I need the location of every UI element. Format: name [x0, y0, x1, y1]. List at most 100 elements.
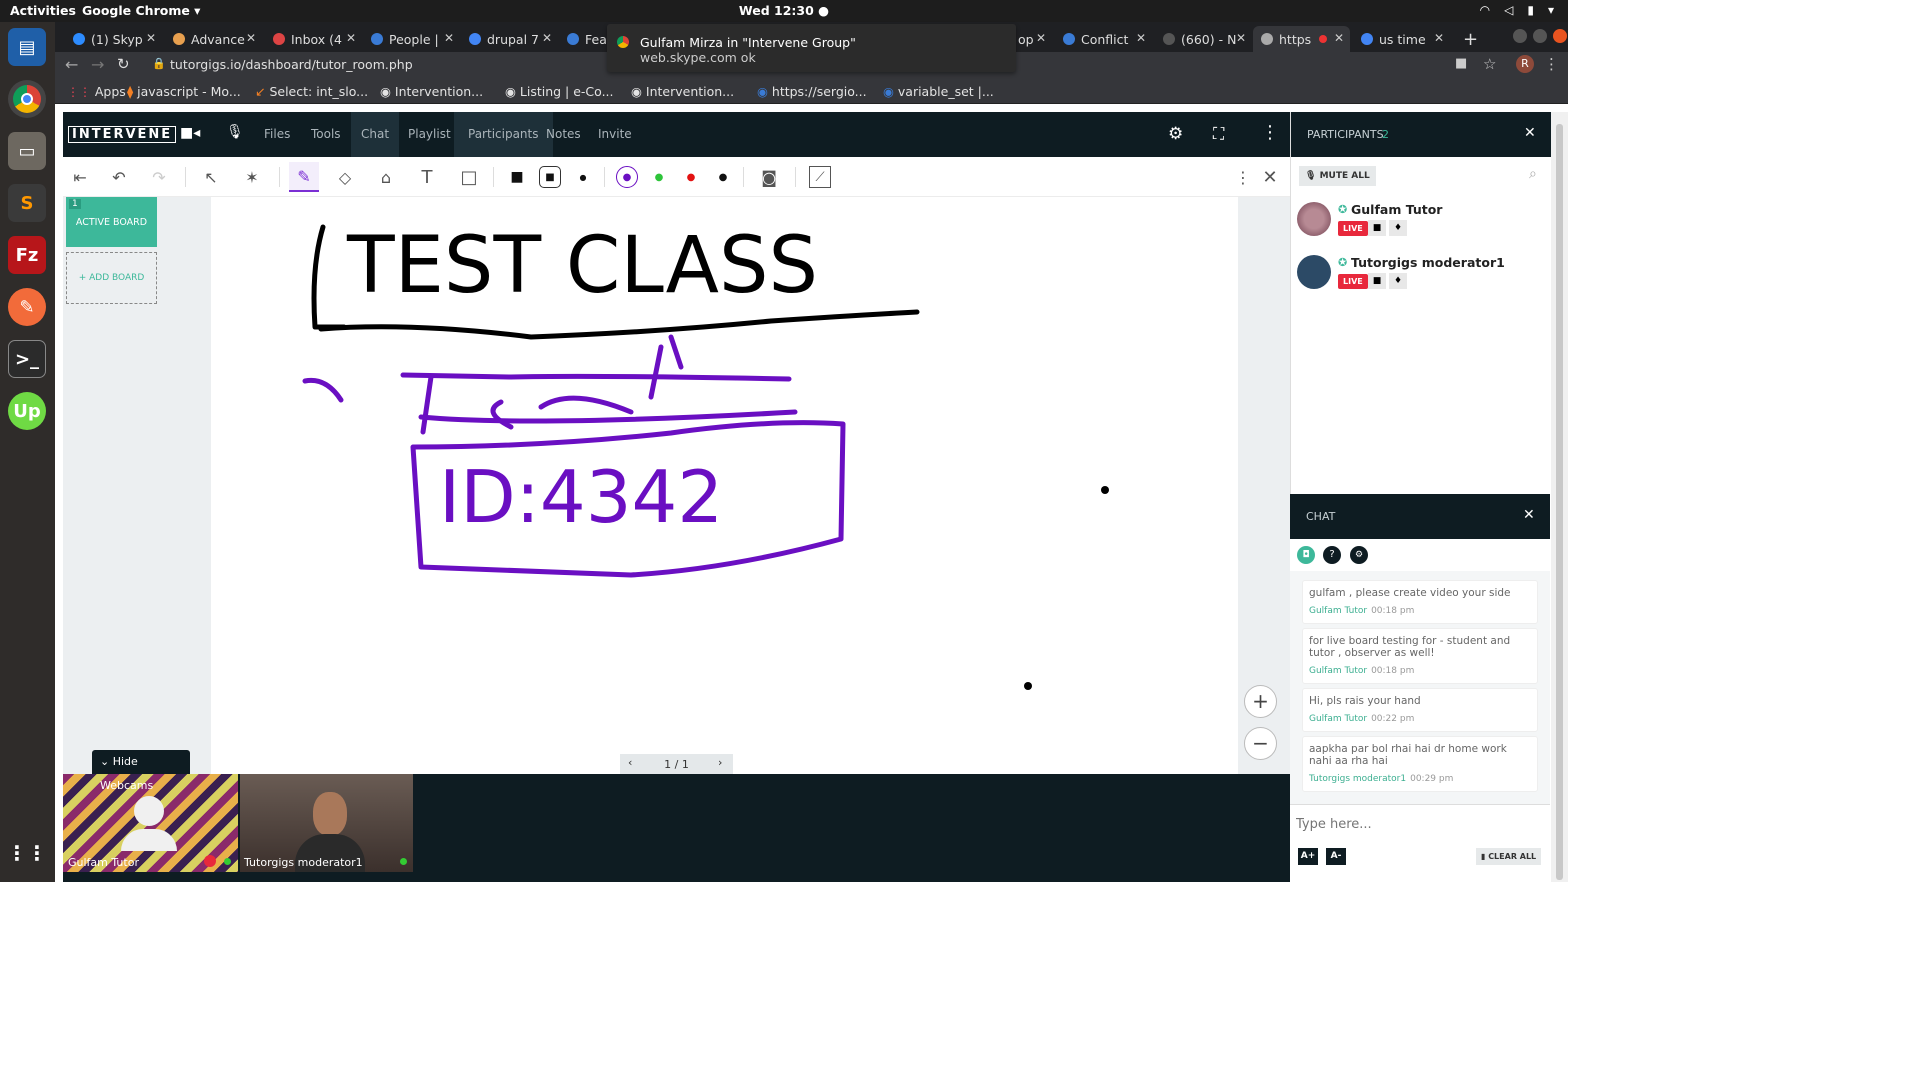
close-icon[interactable]: ✕ [246, 31, 256, 45]
shape-tool-icon[interactable]: □ [458, 166, 480, 188]
close-icon[interactable]: ✕ [444, 31, 454, 45]
brush-size-small-icon[interactable]: ● [572, 166, 594, 188]
nav-notes[interactable]: Notes [536, 112, 591, 157]
mic-off-icon[interactable] [204, 855, 216, 867]
bookmark-item[interactable]: ⧫ javascript - Mo... [127, 84, 241, 99]
participant-row[interactable]: ✪ Tutorgigs moderator1 LIVE ■ ♦ [1297, 255, 1547, 295]
tab-op[interactable]: op ✕ [1010, 26, 1052, 52]
whiteboard-canvas[interactable]: TEST CLASS ID:4342 [211, 197, 1238, 774]
tab-660[interactable]: (660) - N ✕ [1155, 26, 1252, 52]
url-input[interactable]: tutorgigs.io/dashboard/tutor_room.php [170, 57, 413, 72]
settings-gear-icon[interactable]: ⚙ [1350, 546, 1368, 564]
tab-conflict[interactable]: Conflict ✕ [1055, 26, 1152, 52]
back-arrow-icon[interactable]: ← [65, 55, 78, 74]
close-board-icon[interactable]: ✕ [1259, 166, 1281, 188]
bookmark-item[interactable]: ◉ Intervention... [631, 84, 734, 99]
tab-us-time[interactable]: us time ✕ [1353, 26, 1450, 52]
bookmark-item[interactable]: ◉ variable_set |... [883, 84, 994, 99]
clear-all-button[interactable]: ▮ CLEAR ALL [1476, 848, 1542, 865]
font-decrease-button[interactable]: A- [1326, 848, 1346, 865]
next-page-icon[interactable]: › [718, 756, 722, 769]
hide-webcams-button[interactable]: ⌄ Hide Webcams [92, 750, 190, 792]
video-camera-icon[interactable]: ■ [1368, 273, 1386, 289]
chat-bubble-icon[interactable]: ◘ [1297, 546, 1315, 564]
chat-input[interactable] [1296, 813, 1542, 835]
help-icon[interactable]: ? [1323, 546, 1341, 564]
nav-playlist[interactable]: Playlist [398, 112, 461, 157]
add-board-button[interactable]: + ADD BOARD [66, 252, 157, 304]
collapse-sidebar-icon[interactable]: ⇤ [69, 166, 91, 188]
tab-drupal[interactable]: drupal 7 ✕ [461, 26, 558, 52]
postman-icon[interactable]: ✎ [8, 288, 46, 326]
power-menu-icon[interactable]: ▾ [1548, 3, 1554, 17]
fullscreen-icon[interactable]: ⛶ [1213, 124, 1224, 144]
maximize-button[interactable] [1533, 29, 1547, 43]
participant-row[interactable]: ✪ Gulfam Tutor LIVE ■ ♦ [1297, 202, 1547, 242]
skype-notification[interactable]: Gulfam Mirza in "Intervene Group" web.sk… [607, 24, 1016, 72]
board-more-icon[interactable]: ⋮ [1232, 166, 1254, 188]
color-black-swatch[interactable]: ● [712, 166, 734, 188]
bookmark-item[interactable]: ◉ Listing | e-Co... [505, 84, 614, 99]
scrollbar-thumb[interactable] [1556, 124, 1563, 880]
sublime-icon[interactable]: S [8, 184, 46, 222]
system-tray[interactable]: ◠ ◁ ▮ ▾ [1480, 3, 1554, 17]
font-increase-button[interactable]: A+ [1298, 848, 1318, 865]
camera-icon[interactable]: ■ [1455, 56, 1467, 71]
files-icon[interactable]: ▭ [8, 132, 46, 170]
close-icon[interactable]: ✕ [1523, 507, 1535, 523]
nav-tools[interactable]: Tools [301, 112, 351, 157]
chrome-icon[interactable] [8, 80, 46, 118]
zoom-out-button[interactable]: − [1244, 727, 1277, 760]
upwork-icon[interactable]: Up [8, 392, 46, 430]
close-icon[interactable]: ✕ [1434, 31, 1444, 45]
writer-icon[interactable]: ▤ [8, 28, 46, 66]
bookmark-item[interactable]: ↙ Select: int_slo... [255, 84, 368, 99]
video-camera-icon[interactable]: ■◂ [180, 125, 200, 141]
color-red-swatch[interactable]: ● [680, 166, 702, 188]
new-tab-button[interactable]: + [1455, 26, 1479, 52]
microphone-icon[interactable]: ♦ [1389, 273, 1407, 289]
close-icon[interactable]: ✕ [542, 31, 552, 45]
tab-advance[interactable]: Advance ✕ [165, 26, 262, 52]
active-board-thumb[interactable]: 1 ACTIVE BOARD [66, 197, 157, 247]
tab-fea[interactable]: Fea [559, 26, 607, 52]
tab-inbox[interactable]: Inbox (4 ✕ [265, 26, 362, 52]
nav-files[interactable]: Files [254, 112, 300, 157]
close-icon[interactable]: ✕ [1036, 31, 1046, 45]
profile-avatar[interactable]: R [1516, 55, 1534, 73]
clock[interactable]: Wed 12:30 ● [0, 3, 1568, 18]
color-green-swatch[interactable]: ● [648, 166, 670, 188]
tab-skype[interactable]: (1) Skyp ✕ [65, 26, 162, 52]
undo-icon[interactable]: ↶ [108, 166, 130, 188]
close-window-button[interactable] [1553, 29, 1567, 43]
highlighter-icon[interactable]: ⌂ [375, 166, 397, 188]
mute-all-button[interactable]: 🎙 MUTE ALL [1299, 166, 1376, 186]
reload-icon[interactable]: ↻ [117, 55, 130, 73]
nav-chat[interactable]: Chat [351, 112, 400, 157]
apps-bookmark[interactable]: ⋮⋮ Apps [67, 84, 126, 99]
close-icon[interactable]: ✕ [1334, 31, 1344, 45]
tab-active-https[interactable]: https ✕ [1253, 26, 1350, 52]
clear-board-icon[interactable]: ⟋ [809, 166, 831, 188]
microphone-icon[interactable]: ♦ [1389, 220, 1407, 236]
close-icon[interactable]: ✕ [1136, 31, 1146, 45]
close-icon[interactable]: ✕ [346, 31, 356, 45]
filezilla-icon[interactable]: Fz [8, 236, 46, 274]
minimize-button[interactable] [1513, 29, 1527, 43]
snapshot-camera-icon[interactable]: ◙ [758, 166, 780, 188]
star-icon[interactable]: ☆ [1483, 55, 1496, 73]
page-scrollbar[interactable] [1551, 112, 1568, 882]
laser-pointer-icon[interactable]: ✶ [241, 166, 263, 188]
pen-tool-icon[interactable]: ✎ [289, 162, 319, 192]
brush-size-large-icon[interactable]: ■ [506, 166, 528, 188]
bookmark-item[interactable]: ◉ Intervention... [380, 84, 483, 99]
close-icon[interactable]: ✕ [1236, 31, 1246, 45]
lock-icon[interactable]: 🔒 [152, 57, 166, 70]
webcam-tile[interactable]: Tutorgigs moderator1 [240, 774, 413, 872]
close-icon[interactable]: ✕ [1524, 125, 1536, 141]
settings-gear-icon[interactable]: ⚙ [1168, 124, 1183, 144]
nav-invite[interactable]: Invite [588, 112, 642, 157]
zoom-in-button[interactable]: + [1244, 685, 1277, 718]
eraser-icon[interactable]: ◇ [334, 166, 356, 188]
search-icon[interactable]: ⌕ [1529, 166, 1537, 182]
